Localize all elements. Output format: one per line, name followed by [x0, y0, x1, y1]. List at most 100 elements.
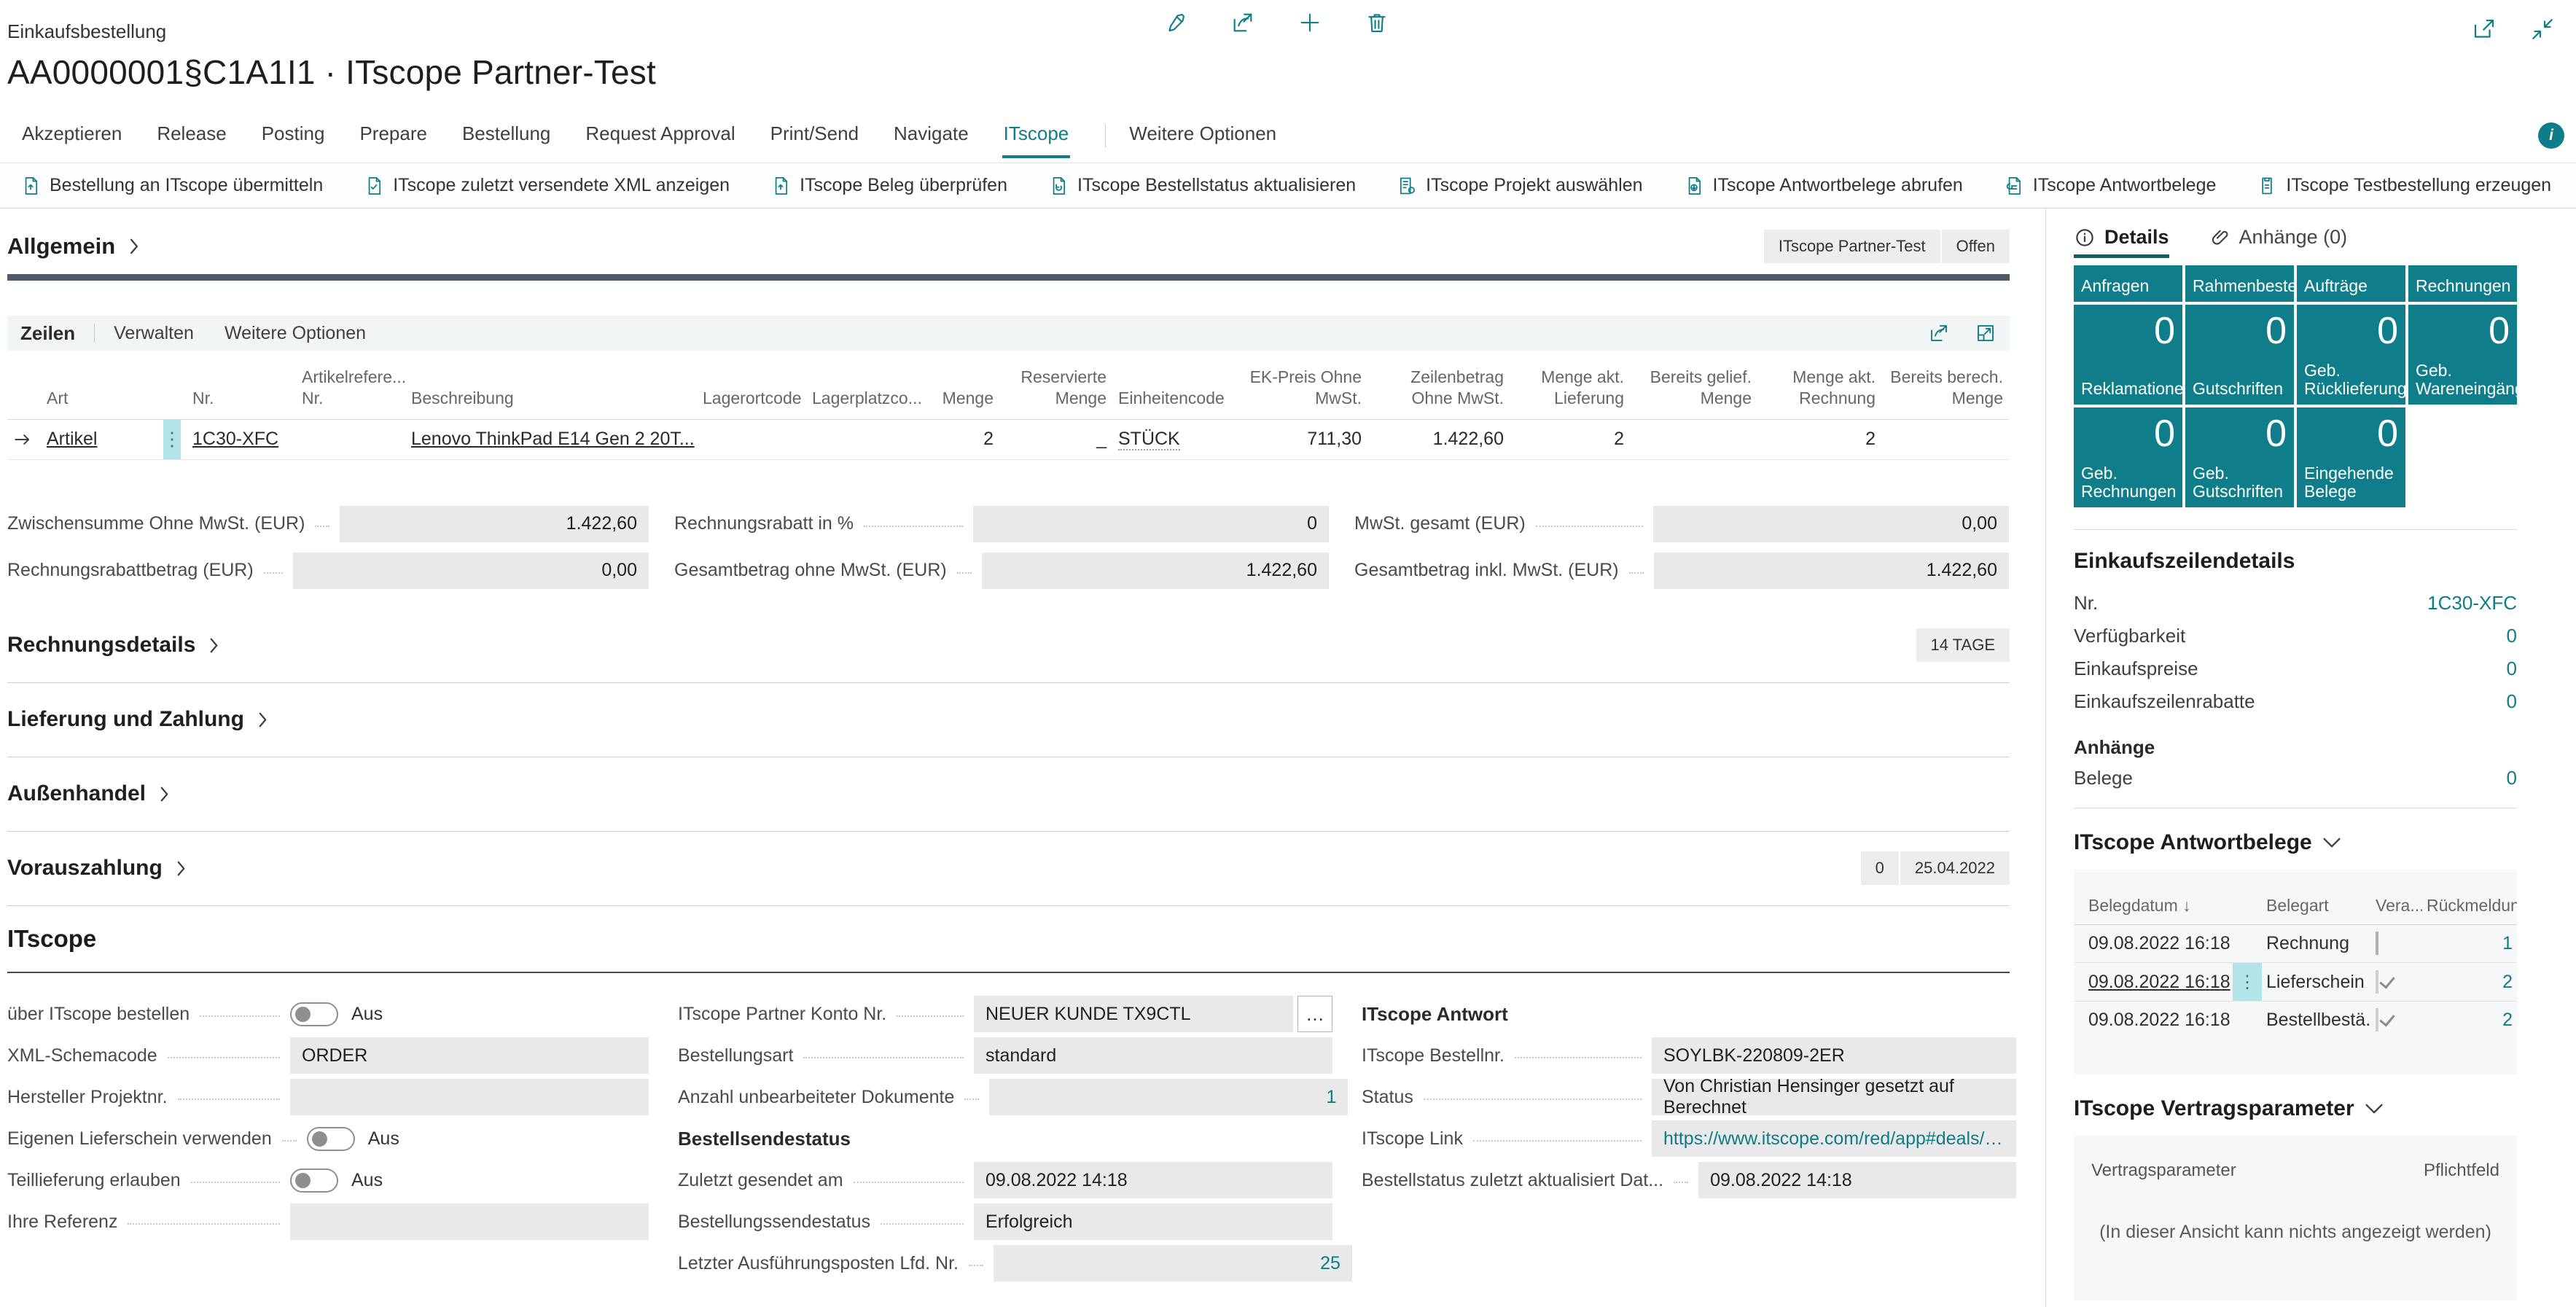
- ab-col-belegart[interactable]: Belegart: [2262, 892, 2371, 925]
- cell-zeilenbetrag[interactable]: 1.422,60: [1367, 419, 1510, 459]
- section-rechnungsdetails[interactable]: Rechnungsdetails 14 TAGE: [7, 609, 2010, 683]
- itscope-status-input[interactable]: Von Christian Hensinger gesetzt auf Bere…: [1652, 1079, 2016, 1115]
- assist-edit-button[interactable]: …: [1297, 996, 1332, 1032]
- cell-lagerplatz[interactable]: [806, 419, 912, 459]
- lines-more-options[interactable]: Weitere Optionen: [225, 323, 366, 344]
- cell-bereits-berech[interactable]: [1881, 419, 2009, 459]
- menu-akzeptieren[interactable]: Akzeptieren: [20, 112, 123, 158]
- verarbeitet-checkbox[interactable]: [2376, 1008, 2378, 1031]
- ribbon-projekt-auswaehlen[interactable]: ITscope Projekt auswählen: [1397, 175, 1642, 197]
- collapse-icon[interactable]: [2529, 16, 2556, 42]
- gesamt-inkl-value[interactable]: 1.422,60: [1654, 553, 2009, 589]
- col-reserviert[interactable]: Reservierte Menge: [999, 358, 1112, 419]
- ab-count[interactable]: 1: [2422, 925, 2517, 963]
- open-in-new-window-icon[interactable]: [2471, 16, 2497, 42]
- verarbeitet-checkbox[interactable]: [2376, 970, 2378, 994]
- col-menge-lief[interactable]: Menge akt. Lieferung: [1510, 358, 1630, 419]
- ab-col-rueckmeldung[interactable]: Rückmeldung...: [2422, 892, 2517, 925]
- ab-belegart[interactable]: Rechnung: [2262, 925, 2371, 963]
- partner-badge[interactable]: ITscope Partner-Test: [1764, 230, 1940, 263]
- cell-einheit[interactable]: STÜCK: [1112, 419, 1229, 459]
- hersteller-projektnr-input[interactable]: [290, 1079, 649, 1115]
- einkaufspreise-link[interactable]: 0: [2507, 658, 2517, 680]
- mwst-value[interactable]: 0,00: [1653, 506, 2009, 542]
- xml-schemacode-input[interactable]: ORDER: [290, 1037, 649, 1074]
- menu-navigate[interactable]: Navigate: [892, 112, 970, 158]
- cell-ekpreis[interactable]: 711,30: [1229, 419, 1367, 459]
- ab-datum[interactable]: 09.08.2022 16:18: [2074, 925, 2233, 963]
- zahlungsbedingung-badge[interactable]: 14 TAGE: [1916, 628, 2010, 662]
- tile-rechnungen[interactable]: Rechnungen: [2408, 265, 2517, 302]
- cell-menge-rech[interactable]: 2: [1757, 419, 1881, 459]
- edit-icon[interactable]: [1163, 10, 1188, 35]
- zeilendetails-nr-link[interactable]: 1C30-XFC: [2427, 592, 2517, 615]
- col-menge-rech[interactable]: Menge akt. Rechnung: [1757, 358, 1881, 419]
- ihre-referenz-input[interactable]: [290, 1203, 649, 1240]
- antwortbeleg-row[interactable]: 09.08.2022 16:18 Rechnung 1: [2074, 925, 2517, 963]
- partner-konto-input[interactable]: NEUER KUNDE TX9CTL: [974, 996, 1293, 1032]
- col-einheit[interactable]: Einheitencode: [1112, 358, 1229, 419]
- lines-manage[interactable]: Verwalten: [114, 323, 194, 344]
- col-artref[interactable]: Artikelrefere...Nr.: [296, 358, 405, 419]
- ausfuehrungsposten-value[interactable]: 25: [994, 1245, 1352, 1281]
- zuletzt-gesendet-input[interactable]: 09.08.2022 14:18: [974, 1162, 1332, 1198]
- ribbon-bestellung-uebermitteln[interactable]: Bestellung an ITscope übermitteln: [20, 175, 323, 197]
- rabatt-prozent-value[interactable]: 0: [973, 506, 1329, 542]
- tile-geb-wareneingaenge[interactable]: 0Geb. Wareneingänge: [2408, 305, 2517, 405]
- col-art[interactable]: Art: [41, 358, 157, 419]
- menu-bestellung[interactable]: Bestellung: [461, 112, 552, 158]
- vp-col-vertragsparameter[interactable]: Vertragsparameter: [2091, 1160, 2236, 1181]
- verarbeitet-checkbox[interactable]: [2376, 932, 2378, 955]
- belege-link[interactable]: 0: [2507, 767, 2517, 789]
- menu-posting[interactable]: Posting: [260, 112, 327, 158]
- ab-col-belegdatum[interactable]: Belegdatum ↓: [2074, 892, 2233, 925]
- menu-more-options[interactable]: Weitere Optionen: [1128, 112, 1278, 158]
- menu-print-send[interactable]: Print/Send: [769, 112, 860, 158]
- ab-belegart[interactable]: Bestellbestä...: [2262, 1002, 2371, 1039]
- lines-open-icon[interactable]: [1975, 322, 1997, 344]
- tile-geb-gutschriften[interactable]: 0Geb. Gutschriften: [2185, 407, 2294, 507]
- ribbon-xml-anzeigen[interactable]: ITscope zuletzt versendete XML anzeigen: [364, 175, 730, 197]
- tile-geb-ruecklieferungen[interactable]: 0Geb. Rücklieferungen: [2297, 305, 2405, 405]
- col-menge[interactable]: Menge: [912, 358, 999, 419]
- menu-release[interactable]: Release: [155, 112, 227, 158]
- cell-lagerort[interactable]: [697, 419, 806, 459]
- ab-count[interactable]: 2: [2422, 1002, 2517, 1039]
- cell-artref[interactable]: [296, 419, 405, 459]
- zwischensumme-value[interactable]: 1.422,60: [340, 506, 649, 542]
- col-nr[interactable]: Nr.: [187, 358, 296, 419]
- ribbon-bestellstatus-aktualisieren[interactable]: ITscope Bestellstatus aktualisieren: [1048, 175, 1356, 197]
- gesamt-ohne-value[interactable]: 1.422,60: [982, 553, 1329, 589]
- itscope-link[interactable]: https://www.itscope.com/red/app#deals/pa…: [1652, 1120, 2016, 1157]
- voraus-datum-badge[interactable]: 25.04.2022: [1900, 851, 2010, 885]
- tile-eingehende-belege[interactable]: 0Eingehende Belege: [2297, 407, 2405, 507]
- antwortbeleg-row-selected[interactable]: 09.08.2022 16:18 ⋮ Lieferschein 2: [2074, 963, 2517, 1002]
- share-icon[interactable]: [1230, 10, 1255, 35]
- vertragsparameter-header[interactable]: ITscope Vertragsparameter: [2074, 1092, 2517, 1125]
- antwortbeleg-row[interactable]: 09.08.2022 16:18 Bestellbestä... 2: [2074, 1002, 2517, 1039]
- tile-gutschriften[interactable]: 0Gutschriften: [2185, 305, 2294, 405]
- bestellungssendestatus-input[interactable]: Erfolgreich: [974, 1203, 1332, 1240]
- ribbon-beleg-ueberpruefen[interactable]: ITscope Beleg überprüfen: [770, 175, 1007, 197]
- bestellstatus-aktualisiert-input[interactable]: 09.08.2022 14:18: [1698, 1162, 2016, 1198]
- ab-datum[interactable]: 09.08.2022 16:18: [2074, 963, 2233, 1002]
- tile-auftraege[interactable]: Aufträge: [2297, 265, 2405, 302]
- col-zeilenbetrag[interactable]: Zeilenbetrag Ohne MwSt.: [1367, 358, 1510, 419]
- col-beschreibung[interactable]: Beschreibung: [405, 358, 697, 419]
- verfuegbarkeit-link[interactable]: 0: [2507, 625, 2517, 647]
- menu-prepare[interactable]: Prepare: [358, 112, 429, 158]
- menu-itscope[interactable]: ITscope: [1002, 112, 1071, 158]
- tab-details[interactable]: Details: [2074, 220, 2169, 258]
- ab-datum[interactable]: 09.08.2022 16:18: [2074, 1002, 2233, 1039]
- col-lagerort[interactable]: Lagerortcode: [697, 358, 806, 419]
- delete-icon[interactable]: [1365, 10, 1389, 35]
- rabattbetrag-value[interactable]: 0,00: [293, 553, 649, 589]
- col-ekpreis[interactable]: EK-Preis Ohne MwSt.: [1229, 358, 1367, 419]
- cell-nr[interactable]: 1C30-XFC: [187, 419, 296, 459]
- ab-belegart[interactable]: Lieferschein: [2262, 963, 2371, 1002]
- info-icon[interactable]: i: [2538, 122, 2564, 149]
- section-allgemein[interactable]: Allgemein ITscope Partner-Test Offen: [7, 223, 2010, 270]
- section-vorauszahlung[interactable]: Vorauszahlung 0 25.04.2022: [7, 832, 2010, 906]
- status-badge[interactable]: Offen: [1942, 230, 2010, 263]
- section-lieferung-zahlung[interactable]: Lieferung und Zahlung: [7, 683, 2010, 757]
